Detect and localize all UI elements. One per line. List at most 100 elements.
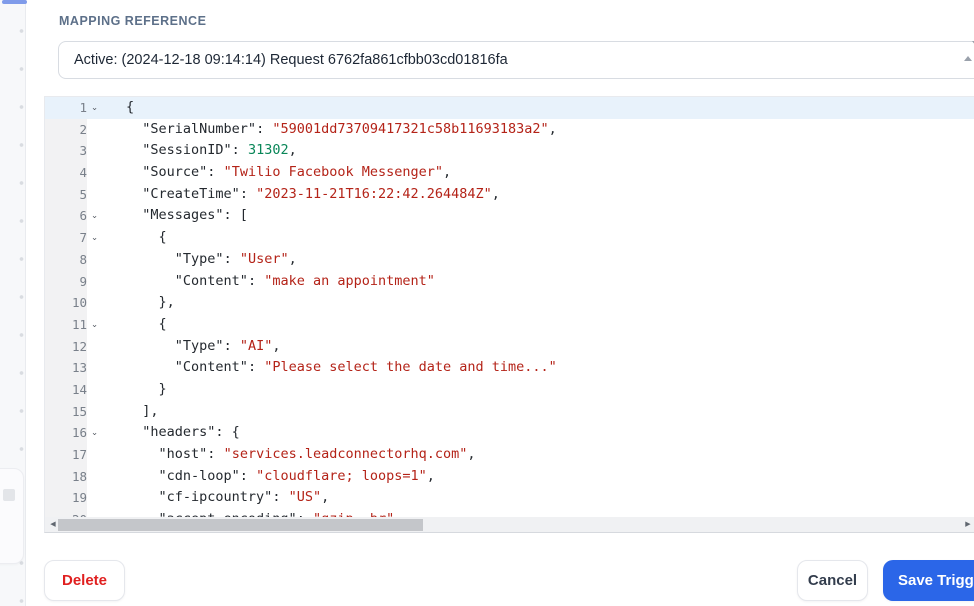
code-line[interactable]: 3 "SessionID": 31302,: [45, 140, 974, 163]
line-number: 13: [71, 360, 87, 376]
line-number: 6: [79, 208, 87, 224]
scroll-right-icon[interactable]: ▶: [961, 517, 974, 532]
code-line[interactable]: 2 "SerialNumber": "59001dd73709417321c58…: [45, 118, 974, 141]
code-line[interactable]: 14 }: [45, 378, 974, 401]
code-token: "User": [239, 250, 289, 267]
code-text: {: [102, 314, 167, 336]
code-token: : {: [215, 424, 240, 441]
code-line[interactable]: 10 },: [45, 292, 974, 314]
line-number: 7: [79, 230, 87, 246]
line-number-gutter: 5: [45, 183, 87, 206]
code-token: "Type": [174, 337, 224, 354]
code-token: :: [207, 164, 224, 181]
code-token: ,: [467, 446, 476, 462]
code-token: 31302: [247, 142, 289, 159]
code-line[interactable]: 18 "cdn-loop": "cloudflare; loops=1",: [45, 465, 974, 488]
code-text: "Messages": [: [102, 205, 248, 227]
code-token: ,: [443, 164, 452, 181]
delete-button[interactable]: Delete: [44, 560, 125, 601]
line-number: 12: [71, 338, 87, 354]
fold-chevron-icon[interactable]: ⌄: [87, 314, 102, 336]
code-token: "59001dd73709417321c58b11693183a2": [272, 120, 549, 137]
code-token: "Twilio Facebook Messenger": [223, 164, 444, 181]
background-card: [0, 468, 24, 564]
code-token: "AI": [239, 337, 273, 354]
line-number-gutter: 18: [45, 465, 87, 488]
cancel-button[interactable]: Cancel: [797, 560, 868, 601]
code-line[interactable]: 5 "CreateTime": "2023-11-21T16:22:42.264…: [45, 183, 974, 206]
code-text: },: [102, 292, 175, 314]
json-code-editor[interactable]: 1 ⌄{2 "SerialNumber": "59001dd73709417321…: [44, 96, 974, 533]
line-number-gutter: 6: [45, 205, 87, 228]
line-number-gutter: 13: [45, 357, 87, 379]
fold-chevron-icon[interactable]: ⌄: [87, 227, 102, 249]
scrollbar-thumb[interactable]: [58, 518, 423, 531]
code-text: "SerialNumber": "59001dd73709417321c58b1…: [102, 119, 557, 141]
save-trigger-button[interactable]: Save Trigger: [883, 560, 974, 601]
code-token: :: [272, 489, 289, 506]
code-text: "Content": "Please select the date and t…: [102, 357, 557, 379]
code-token: "Content": [174, 359, 248, 376]
line-number: 15: [71, 403, 87, 419]
code-token: ,: [272, 337, 281, 354]
code-line[interactable]: 13 "Content": "Please select the date an…: [45, 357, 974, 379]
code-token: :: [256, 120, 273, 137]
request-selector[interactable]: Active: (2024-12-18 09:14:14) Request 67…: [58, 41, 974, 79]
code-line[interactable]: 19 "cf-ipcountry": "US",: [45, 487, 974, 510]
code-line[interactable]: 7 ⌄ {: [45, 227, 974, 249]
line-number: 19: [71, 490, 87, 506]
line-number-gutter: 15: [45, 400, 87, 423]
line-number: 1: [79, 100, 87, 115]
fold-chevron-icon[interactable]: ⌄: [87, 205, 102, 227]
line-number: 10: [71, 295, 87, 311]
background-card-chip: [3, 489, 15, 501]
line-number: 4: [79, 165, 87, 181]
code-line[interactable]: 15 ],: [45, 400, 974, 423]
code-token: "Source": [142, 164, 208, 181]
code-token: :: [247, 359, 265, 376]
code-line[interactable]: 8 "Type": "User",: [45, 248, 974, 271]
code-token: "services.leadconnectorhq.com": [223, 446, 468, 462]
fold-chevron-icon[interactable]: ⌄: [87, 422, 102, 444]
code-token: : [: [223, 207, 248, 224]
code-line[interactable]: 9 "Content": "make an appointment": [45, 270, 974, 293]
line-number: 14: [71, 381, 87, 397]
code-text: "Type": "User",: [102, 249, 297, 271]
code-lines: 1 ⌄{2 "SerialNumber": "59001dd73709417321…: [45, 97, 974, 531]
line-number-gutter: 9: [45, 270, 87, 293]
code-token: "cdn-loop": [158, 467, 240, 484]
code-token: {: [126, 315, 167, 332]
code-token: },: [126, 294, 175, 311]
line-number-gutter: 14: [45, 378, 87, 401]
line-number: 5: [79, 186, 87, 202]
code-line[interactable]: 17 "host": "services.leadconnectorhq.com…: [45, 444, 974, 466]
code-token: "Please select the date and time...": [264, 359, 557, 376]
code-line[interactable]: 11 ⌄ {: [45, 313, 974, 336]
code-token: "make an appointment": [264, 272, 435, 289]
code-text: "Type": "AI",: [102, 336, 281, 358]
code-line[interactable]: 12 "Type": "AI",: [45, 335, 974, 358]
code-line[interactable]: 16 ⌄ "headers": {: [45, 422, 974, 444]
code-line[interactable]: 1 ⌄ {: [45, 97, 974, 119]
horizontal-scrollbar[interactable]: ◀ ▶: [45, 517, 974, 532]
code-line[interactable]: 6 ⌄ "Messages": [: [45, 205, 974, 228]
line-number-gutter: 2: [45, 118, 87, 141]
code-line[interactable]: 4 "Source": "Twilio Facebook Messenger",: [45, 162, 974, 184]
line-number: 8: [79, 251, 87, 267]
fold-chevron-icon[interactable]: ⌄: [87, 97, 102, 119]
